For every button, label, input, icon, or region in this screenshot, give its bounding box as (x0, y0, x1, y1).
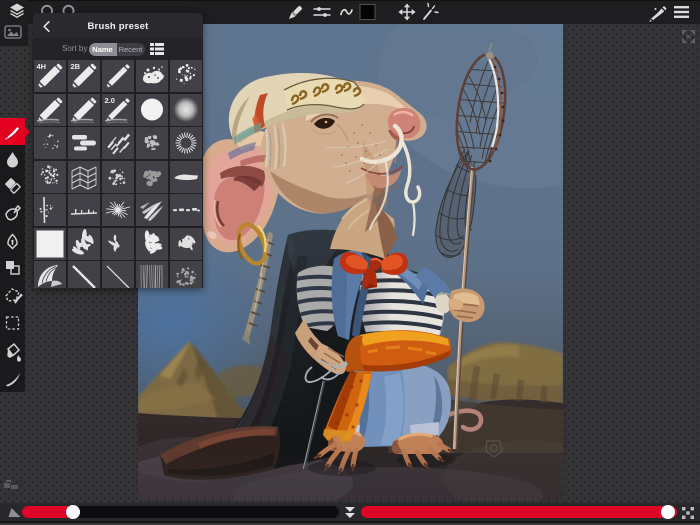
svg-text:2B: 2B (71, 62, 81, 71)
svg-text:2.0: 2.0 (105, 96, 115, 105)
svg-text:4H: 4H (37, 62, 47, 71)
